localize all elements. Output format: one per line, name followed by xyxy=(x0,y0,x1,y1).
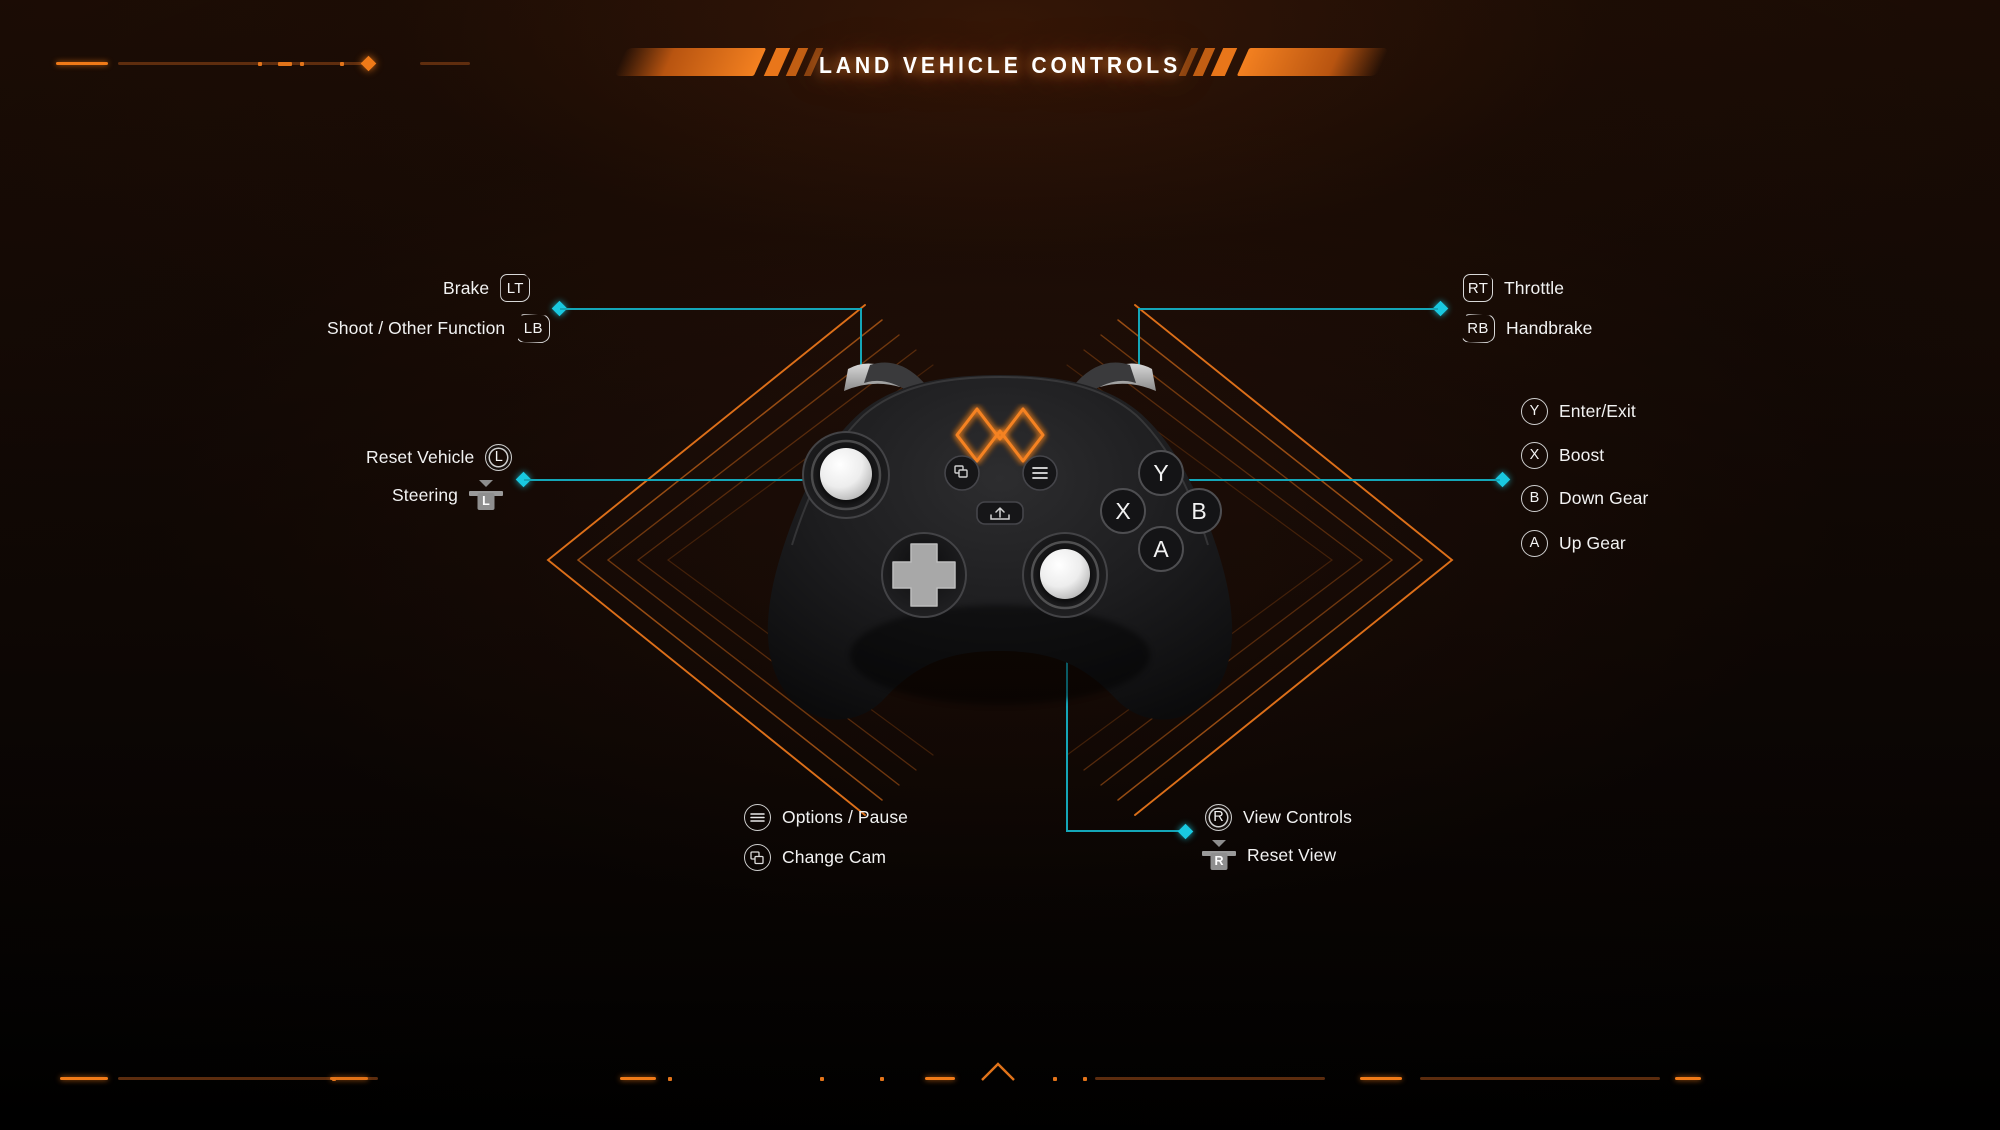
mapping-row-reset-vehicle[interactable]: Reset Vehicle L xyxy=(366,444,513,471)
mapping-label: Brake xyxy=(443,277,490,298)
mapping-row-change-cam[interactable]: Change Cam xyxy=(744,844,886,871)
mapping-row-boost[interactable]: X Boost xyxy=(1521,442,1604,469)
button-badge-lt: LT xyxy=(500,274,531,302)
mapping-row-view-controls[interactable]: R View Controls xyxy=(1205,804,1352,831)
button-badge-b: B xyxy=(1521,485,1548,512)
button-badge-r-stick-press: R xyxy=(1205,804,1232,831)
mapping-row-up-gear[interactable]: A Up Gear xyxy=(1521,530,1626,557)
mapping-row-shoot[interactable]: Shoot / Other Function LB xyxy=(327,314,551,343)
change-cam-icon xyxy=(744,844,771,871)
mapping-label: Change Cam xyxy=(782,847,887,867)
mapping-label: Steering xyxy=(392,484,458,505)
mapping-row-steering[interactable]: Steering L xyxy=(392,480,503,510)
mapping-label: Reset View xyxy=(1247,844,1337,865)
svg-text:B: B xyxy=(1191,498,1206,524)
mapping-row-handbrake[interactable]: RB Handbrake xyxy=(1461,314,1593,343)
mapping-row-reset-view[interactable]: R Reset View xyxy=(1202,840,1336,870)
mapping-label: Boost xyxy=(1559,445,1605,465)
button-badge-y: Y xyxy=(1521,398,1548,425)
mapping-label: Reset Vehicle xyxy=(366,447,475,467)
mapping-row-brake[interactable]: Brake LT xyxy=(443,274,531,302)
mapping-row-enter-exit[interactable]: Y Enter/Exit xyxy=(1521,398,1636,425)
button-badge-l-stick-press: L xyxy=(485,444,513,471)
options-icon xyxy=(744,804,771,831)
mapping-label: Shoot / Other Function xyxy=(327,318,506,338)
mapping-label: Handbrake xyxy=(1506,318,1593,338)
button-badge-lb: LB xyxy=(517,314,551,343)
mapping-row-down-gear[interactable]: B Down Gear xyxy=(1521,485,1648,512)
mapping-label: Options / Pause xyxy=(782,807,909,827)
button-badge-a: A xyxy=(1521,530,1548,557)
gamepad-illustration: Y X B A xyxy=(720,355,1280,775)
svg-text:X: X xyxy=(1115,498,1130,524)
stick-move-icon-l: L xyxy=(468,480,503,510)
button-badge-x: X xyxy=(1521,442,1548,469)
stick-label: R xyxy=(1210,853,1228,870)
svg-text:A: A xyxy=(1153,536,1169,562)
stick-label: L xyxy=(477,493,495,510)
mapping-row-throttle[interactable]: RT Throttle xyxy=(1463,274,1564,302)
mapping-label: Throttle xyxy=(1504,277,1565,298)
mapping-label: Down Gear xyxy=(1559,488,1649,508)
mapping-label: View Controls xyxy=(1243,807,1352,827)
svg-text:Y: Y xyxy=(1153,460,1168,486)
button-badge-rb: RB xyxy=(1462,314,1495,343)
stick-move-icon-r: R xyxy=(1202,840,1236,870)
button-badge-rt: RT xyxy=(1463,274,1493,302)
mapping-row-options[interactable]: Options / Pause xyxy=(744,804,908,831)
mapping-label: Enter/Exit xyxy=(1559,401,1636,421)
mapping-label: Up Gear xyxy=(1559,533,1626,553)
